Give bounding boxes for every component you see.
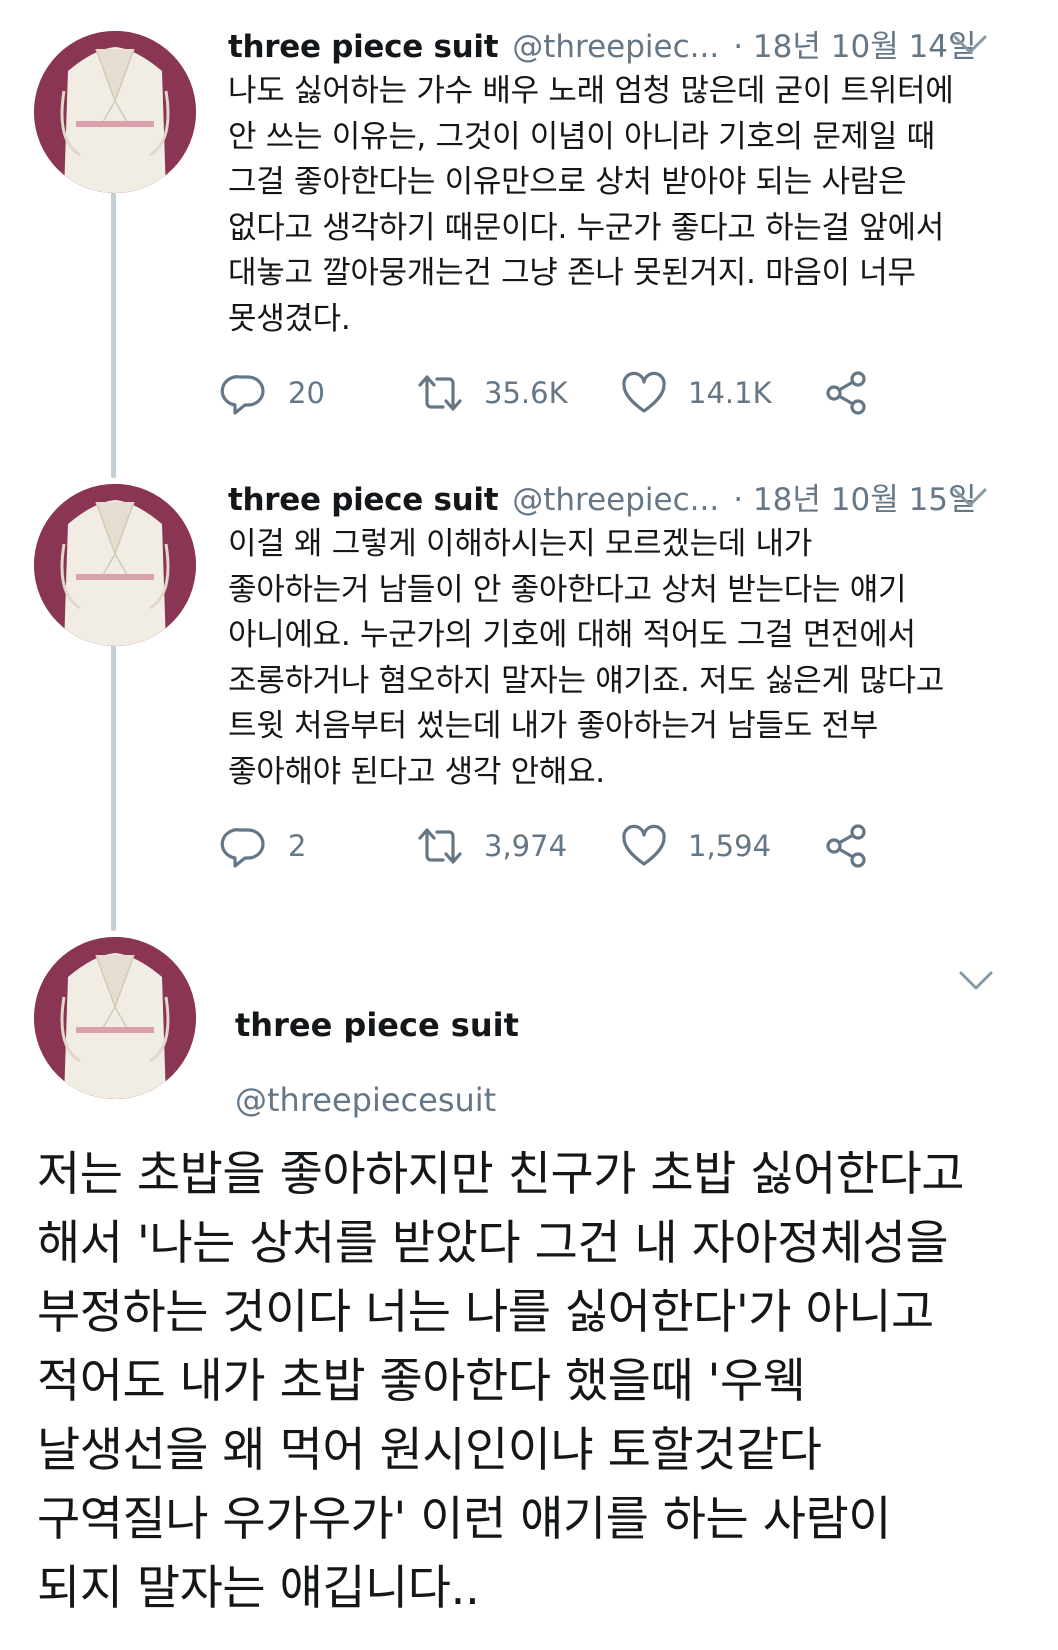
author-handle[interactable]: @threepiecesuit xyxy=(235,1081,496,1119)
text-line: 이걸 왜 그렇게 이해하시는지 모르겠는데 내가 xyxy=(228,526,812,562)
text-line: 아니에요. 누군가의 기호에 대해 적어도 그걸 면전에서 xyxy=(228,617,916,653)
reply-count: 20 xyxy=(288,376,325,410)
author-handle[interactable]: @threepiec... xyxy=(512,475,719,525)
text-line: 조롱하거나 혐오하지 말자는 얘기죠. 저도 싫은게 많다고 xyxy=(228,662,944,699)
text-line: 구역질나 우가우가' 이런 얘기를 하는 사람이 xyxy=(37,1492,891,1547)
tweet-text: 나도 싫어하는 가수 배우 노래 엄청 많은데 굳이 트위터에 안 쓰는 이유는… xyxy=(228,69,1038,342)
retweet-icon xyxy=(418,828,462,864)
avatar-image xyxy=(34,31,196,193)
retweet-button[interactable]: 35.6K xyxy=(416,363,568,423)
tweet-actions: 2 3,974 1,594 xyxy=(220,816,928,876)
tweet-date[interactable]: · 18년 10월 14일 xyxy=(733,22,976,72)
tweet-header: three piece suit @threepiec... · 18년 10월… xyxy=(228,475,977,525)
avatar-image xyxy=(34,484,196,646)
text-line: 좋아하는거 남들이 안 좋아한다고 상처 받는다는 얘기 xyxy=(228,571,907,608)
share-icon xyxy=(826,824,866,868)
chevron-down-icon[interactable] xyxy=(956,966,996,996)
text-line: 안 쓰는 이유는, 그것이 이념이 아니라 기호의 문제일 때 xyxy=(228,118,935,155)
like-icon xyxy=(622,371,666,413)
text-line: 부정하는 것이다 너는 나를 싫어한다'가 아니고 xyxy=(37,1285,934,1340)
retweet-count: 3,974 xyxy=(484,829,568,863)
reply-button[interactable]: 2 xyxy=(220,816,306,876)
avatar[interactable] xyxy=(34,31,196,193)
share-button[interactable] xyxy=(822,816,870,876)
author-name[interactable]: three piece suit xyxy=(235,1006,519,1044)
like-button[interactable]: 14.1K xyxy=(620,363,772,423)
text-line: 되지 말자는 얘깁니다.. xyxy=(37,1561,480,1616)
like-button[interactable]: 1,594 xyxy=(620,816,771,876)
reply-button[interactable]: 20 xyxy=(220,363,325,423)
share-button[interactable] xyxy=(822,363,870,423)
author-handle[interactable]: @threepiec... xyxy=(512,22,719,72)
like-icon xyxy=(622,824,666,866)
expanded-tweet-text: 저는 초밥을 좋아하지만 친구가 초밥 싫어한다고 해서 '나는 상처를 받았다… xyxy=(37,1140,1047,1623)
chevron-down-icon[interactable] xyxy=(950,30,990,60)
avatar[interactable] xyxy=(34,484,196,646)
thread-line xyxy=(111,192,116,478)
tweet-text: 이걸 왜 그렇게 이해하시는지 모르겠는데 내가 좋아하는거 남들이 안 좋아한… xyxy=(228,522,1038,795)
text-line: 트윗 처음부터 썼는데 내가 좋아하는거 남들도 전부 xyxy=(228,708,878,744)
text-line: 해서 '나는 상처를 받았다 그건 내 자아정체성을 xyxy=(37,1216,949,1271)
author-name[interactable]: three piece suit xyxy=(228,475,499,525)
author-name[interactable]: three piece suit xyxy=(228,22,499,72)
text-line: 좋아해야 된다고 생각 안해요. xyxy=(228,753,605,790)
text-line: 없다고 생각하기 때문이다. 누군가 좋다고 하는걸 앞에서 xyxy=(228,209,944,246)
text-line: 못생겼다. xyxy=(228,300,351,337)
text-line: 대놓고 깔아뭉개는건 그냥 존나 못된거지. 마음이 너무 xyxy=(228,255,916,291)
thread-line xyxy=(111,645,116,931)
chevron-down-icon[interactable] xyxy=(950,483,990,513)
avatar[interactable] xyxy=(34,937,196,1099)
tweet-header: three piece suit @threepiec... · 18년 10월… xyxy=(228,22,977,72)
avatar-image xyxy=(34,937,196,1099)
text-line: 적어도 내가 초밥 좋아한다 했을때 '우웩 xyxy=(37,1354,806,1409)
text-line: 저는 초밥을 좋아하지만 친구가 초밥 싫어한다고 xyxy=(37,1147,965,1202)
text-line: 나도 싫어하는 가수 배우 노래 엄청 많은데 굳이 트위터에 xyxy=(228,73,954,109)
text-line: 날생선을 왜 먹어 원시인이냐 토할것같다 xyxy=(37,1423,822,1478)
tweet-thread: three piece suit @threepiec... · 18년 10월… xyxy=(0,0,1058,1650)
retweet-count: 35.6K xyxy=(484,376,568,410)
retweet-button[interactable]: 3,974 xyxy=(416,816,567,876)
share-icon xyxy=(826,371,866,415)
tweet-actions: 20 35.6K 14.1K xyxy=(220,363,928,423)
like-count: 1,594 xyxy=(688,829,772,863)
retweet-icon xyxy=(418,375,462,411)
tweet-date[interactable]: · 18년 10월 15일 xyxy=(733,475,976,525)
reply-icon xyxy=(220,828,265,868)
text-line: 그걸 좋아한다는 이유만으로 상처 받아야 되는 사람은 xyxy=(228,164,907,200)
like-count: 14.1K xyxy=(688,376,772,410)
reply-icon xyxy=(220,375,265,415)
reply-count: 2 xyxy=(288,829,307,863)
